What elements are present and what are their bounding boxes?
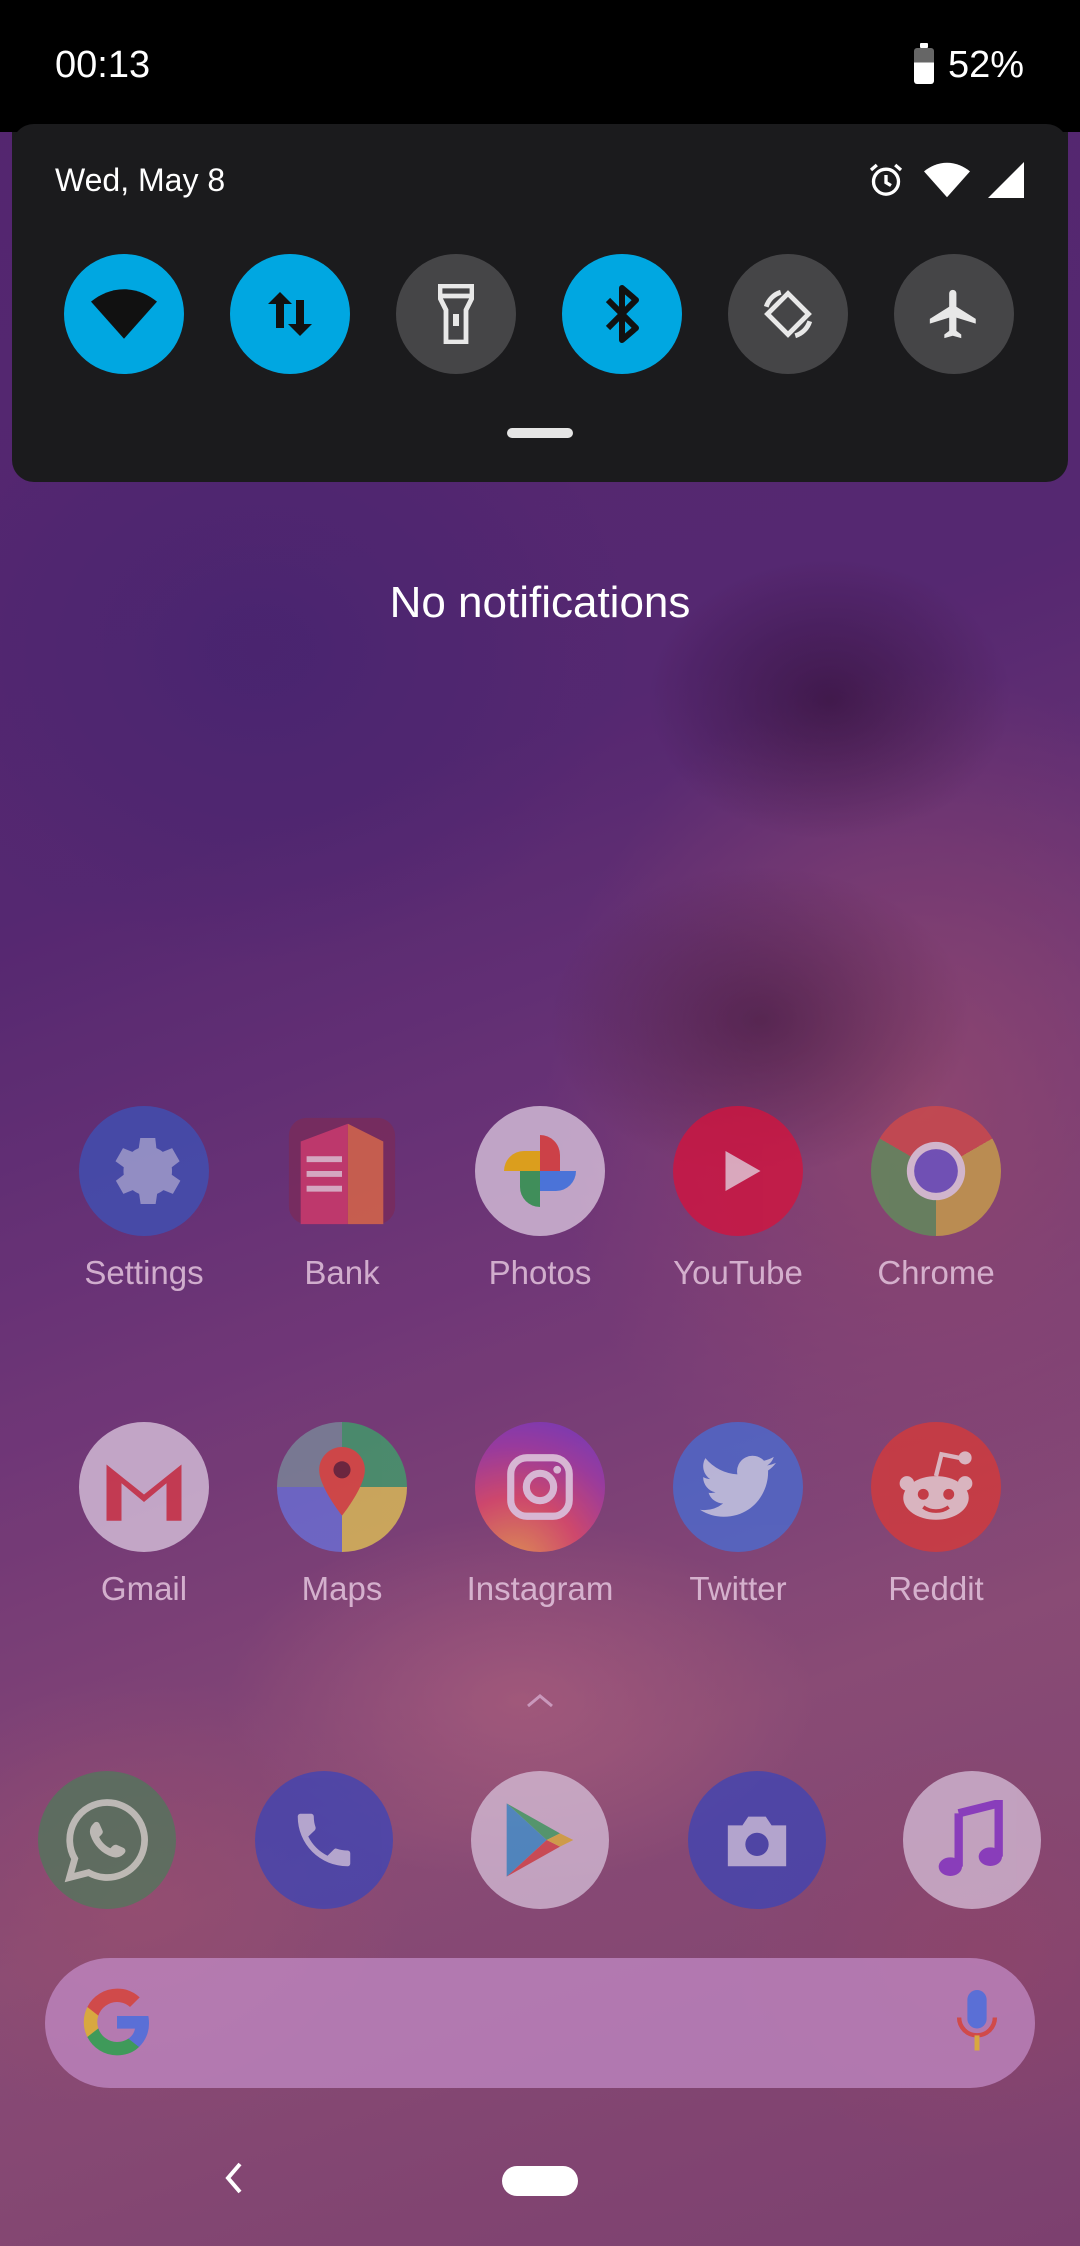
app-label: YouTube <box>673 1254 803 1291</box>
app-reddit[interactable]: Reddit <box>851 1422 1021 1608</box>
chrome-app-icon <box>871 1106 1001 1236</box>
bank-app-icon <box>277 1106 407 1236</box>
map-pin-icon <box>319 1447 365 1516</box>
mic-icon[interactable] <box>955 1990 999 2056</box>
mail-icon <box>106 1464 182 1521</box>
app-settings[interactable]: Settings <box>59 1106 229 1292</box>
play-icon <box>725 1151 761 1191</box>
app-gmail[interactable]: Gmail <box>59 1422 229 1608</box>
quick-settings-panel: Wed, May 8 <box>12 124 1068 482</box>
app-label: Photos <box>488 1254 592 1291</box>
app-twitter[interactable]: Twitter <box>653 1422 823 1608</box>
reddit-app-icon <box>871 1422 1001 1552</box>
qs-expand-handle[interactable] <box>507 428 573 438</box>
phone-icon <box>297 1813 351 1867</box>
tile-auto-rotate[interactable] <box>728 254 848 374</box>
dock-phone[interactable] <box>255 1771 393 1909</box>
camera-icon <box>727 1816 787 1867</box>
app-drawer-chevron-icon[interactable] <box>524 1690 556 1710</box>
rotate-icon <box>763 289 813 339</box>
photos-app-icon <box>475 1106 605 1236</box>
gmail-app-icon <box>79 1422 209 1552</box>
dock-camera[interactable] <box>688 1771 826 1909</box>
app-maps[interactable]: Maps <box>257 1422 427 1608</box>
play-store-icon <box>506 1803 574 1877</box>
app-label: Chrome <box>877 1254 995 1291</box>
dock-play-store[interactable] <box>471 1771 609 1909</box>
app-label: Instagram <box>466 1570 614 1607</box>
app-instagram[interactable]: Instagram <box>455 1422 625 1608</box>
wifi-status-icon <box>924 162 970 198</box>
alarm-icon <box>869 163 903 196</box>
chrome-logo-icon <box>906 1141 966 1201</box>
nav-home-pill[interactable] <box>502 2166 578 2196</box>
settings-app-icon <box>79 1106 209 1236</box>
whatsapp-phone-icon <box>64 1799 148 1883</box>
no-notifications-text: No notifications <box>389 578 691 627</box>
signal-icon <box>988 162 1024 198</box>
google-search-bar[interactable] <box>45 1958 1035 2088</box>
app-bank[interactable]: Bank <box>257 1106 427 1292</box>
tile-bluetooth[interactable] <box>562 254 682 374</box>
nav-back-icon[interactable] <box>222 2160 246 2196</box>
app-chrome[interactable]: Chrome <box>851 1106 1021 1292</box>
reddit-alien-icon <box>899 1451 973 1520</box>
battery-percent: 52% <box>947 44 1024 86</box>
app-photos[interactable]: Photos <box>455 1106 625 1292</box>
tile-mobile-data[interactable] <box>230 254 350 374</box>
flashlight-icon <box>438 284 474 344</box>
bluetooth-icon <box>605 285 639 343</box>
maps-app-icon <box>277 1422 407 1552</box>
data-arrows-icon <box>268 292 312 336</box>
qs-tiles <box>64 254 1032 374</box>
app-label: Settings <box>84 1254 204 1291</box>
status-time: 00:13 <box>55 44 151 86</box>
status-right: 52% <box>913 42 1024 87</box>
youtube-app-icon <box>673 1106 803 1236</box>
tile-wifi[interactable] <box>64 254 184 374</box>
google-g-icon <box>83 1988 150 2056</box>
app-label: Bank <box>304 1254 380 1291</box>
wifi-icon <box>91 289 157 339</box>
dock-music[interactable] <box>903 1771 1041 1909</box>
tile-airplane[interactable] <box>894 254 1014 374</box>
app-youtube[interactable]: YouTube <box>653 1106 823 1292</box>
pinwheel-icon <box>504 1135 576 1207</box>
airplane-icon <box>929 289 976 339</box>
twitter-app-icon <box>673 1422 803 1552</box>
tile-flashlight[interactable] <box>396 254 516 374</box>
music-note-icon <box>938 1800 1003 1876</box>
app-label: Maps <box>301 1570 383 1607</box>
battery-icon <box>913 42 934 84</box>
status-bar: 00:13 52% <box>0 0 1080 132</box>
instagram-app-icon <box>475 1422 605 1552</box>
app-label: Gmail <box>100 1570 188 1607</box>
qs-status-icons <box>866 160 1024 200</box>
qs-date[interactable]: Wed, May 8 <box>55 162 225 199</box>
app-label: Reddit <box>888 1570 984 1607</box>
bank-building-icon <box>288 1117 396 1225</box>
gear-icon <box>115 1138 181 1204</box>
bird-icon <box>700 1455 776 1517</box>
app-label: Twitter <box>689 1570 787 1607</box>
camera-outline-icon <box>507 1454 573 1520</box>
dock-whatsapp[interactable] <box>38 1771 176 1909</box>
